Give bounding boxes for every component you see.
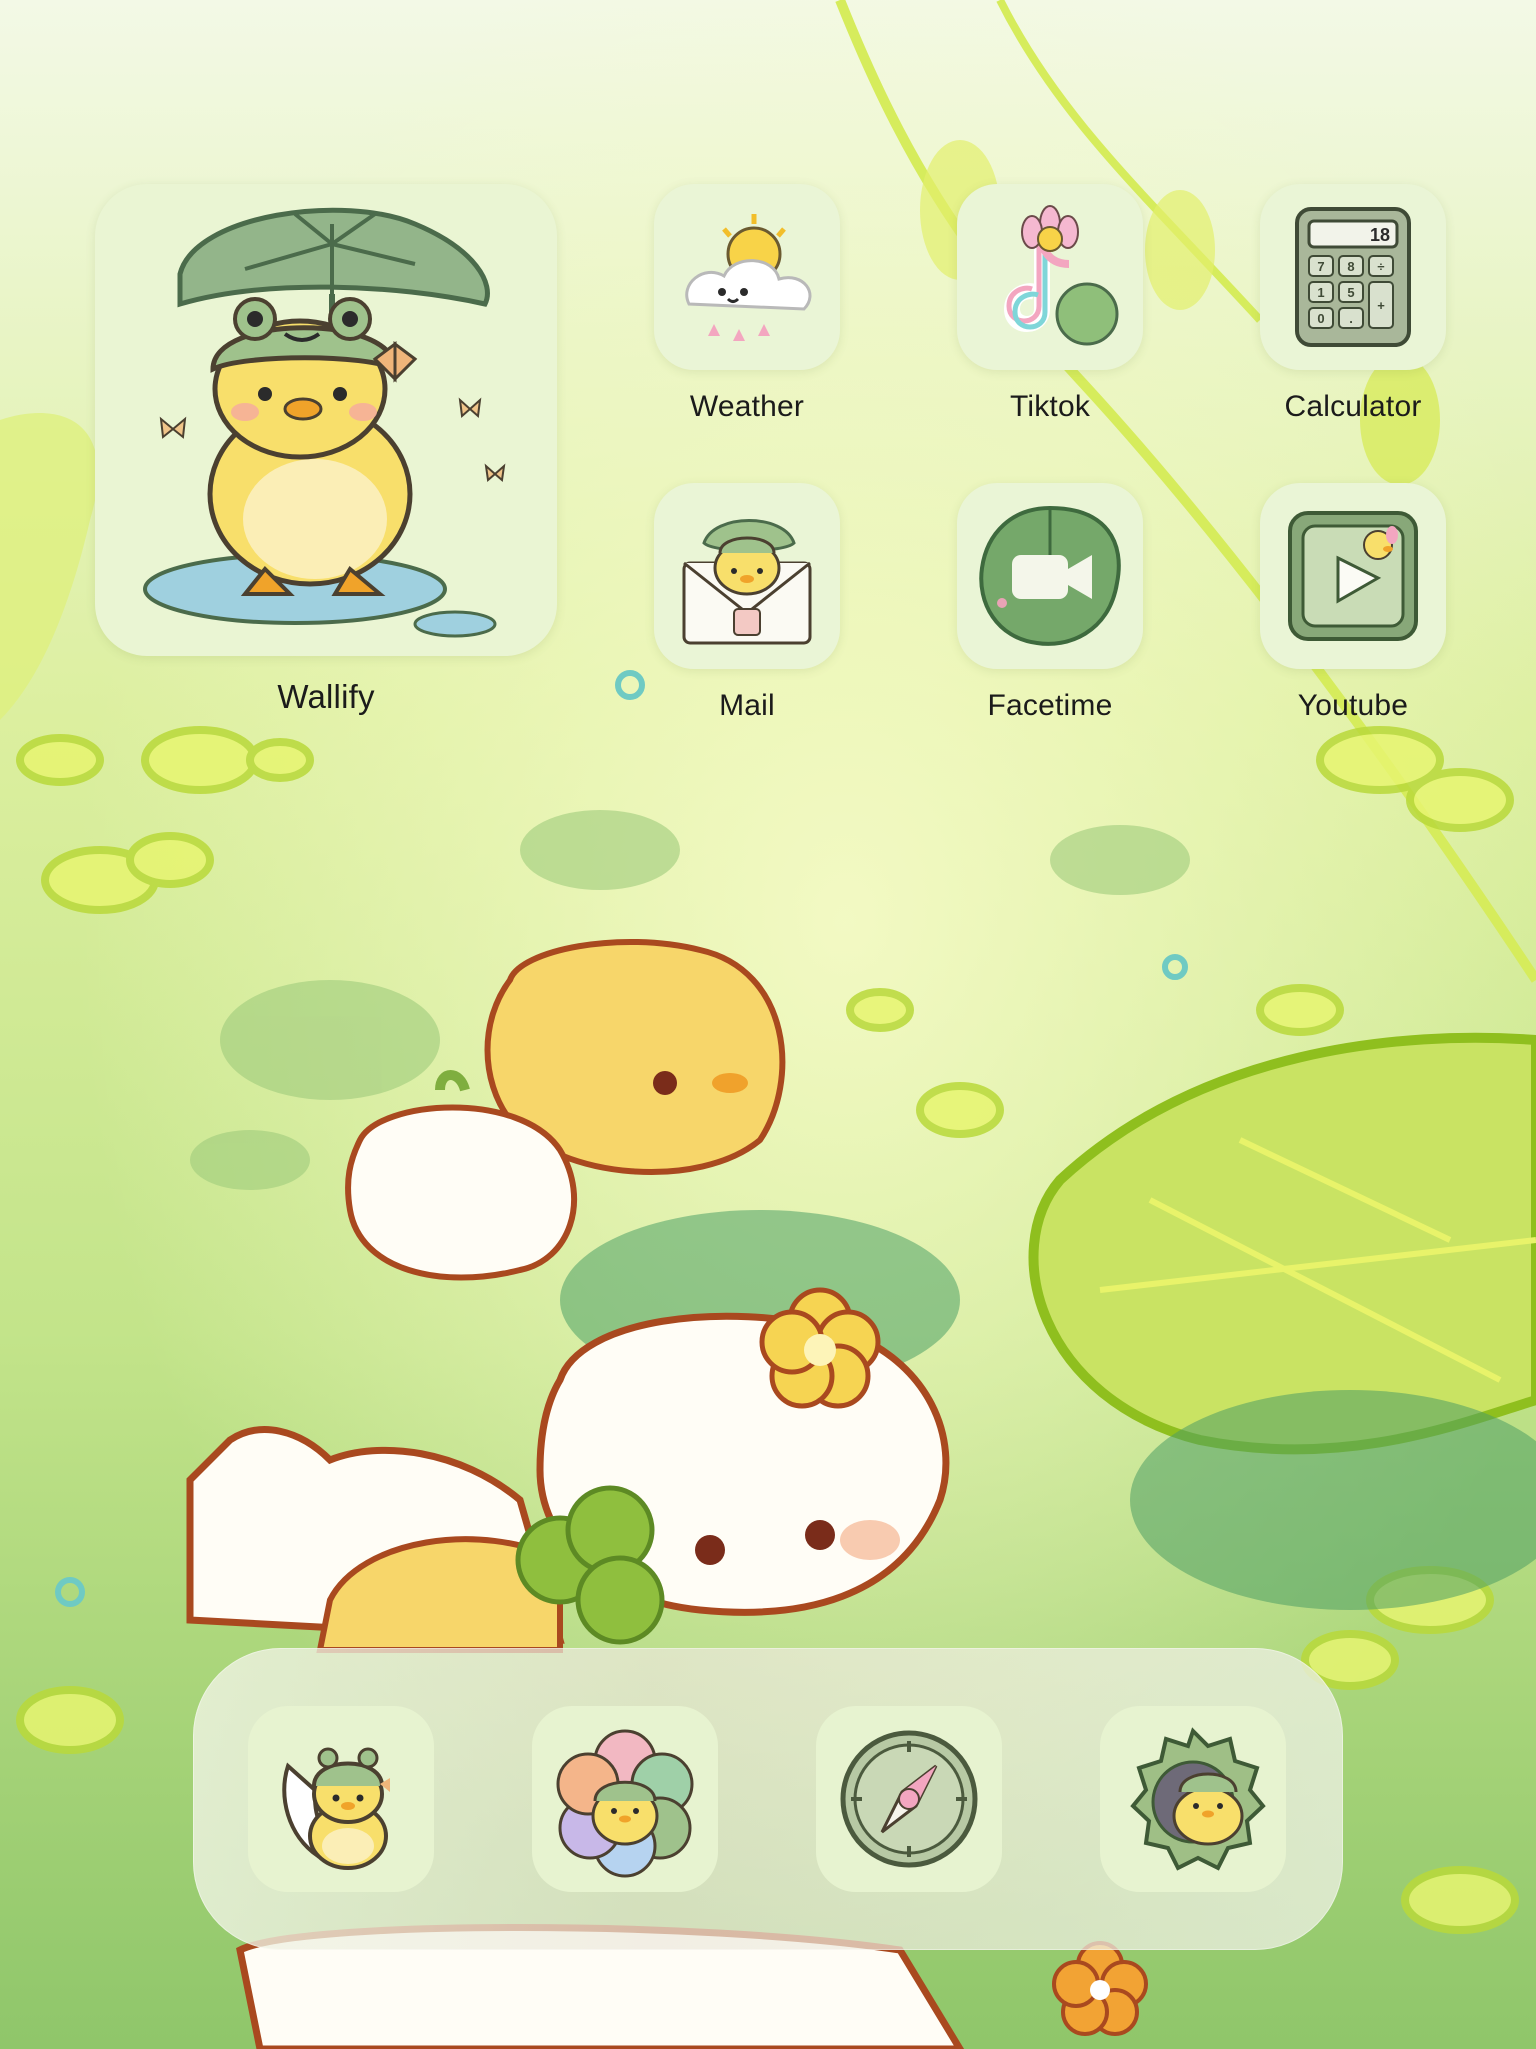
app-label-calculator: Calculator (1284, 390, 1422, 423)
dock (193, 1648, 1343, 1950)
calculator-key: 5 (1347, 285, 1354, 300)
widget-label: Wallify (277, 678, 375, 715)
dock-compass[interactable] (816, 1706, 1002, 1892)
calculator-key: 1 (1317, 285, 1324, 300)
compass-icon (840, 1730, 978, 1868)
app-label-mail: Mail (719, 689, 775, 722)
calculator-icon: 18 7 8 ÷ 1 5 + 0 . (1295, 207, 1411, 347)
mail-icon (682, 519, 812, 645)
wallify-widget[interactable] (95, 184, 557, 656)
facetime-icon (979, 505, 1121, 646)
phone-icon (282, 1747, 390, 1870)
calculator-key: . (1349, 311, 1353, 326)
photos-icon (556, 1729, 694, 1878)
app-label-youtube: Youtube (1297, 689, 1409, 722)
app-label-weather: Weather (689, 390, 805, 423)
dock-settings[interactable] (1100, 1706, 1286, 1892)
tiktok-icon (1003, 205, 1119, 346)
app-tiktok[interactable] (957, 184, 1143, 370)
app-label-tiktok: Tiktok (1009, 390, 1091, 423)
calculator-key: ÷ (1377, 259, 1384, 274)
app-weather[interactable] (654, 184, 840, 370)
app-calculator[interactable]: 18 7 8 ÷ 1 5 + 0 . (1260, 184, 1446, 370)
app-facetime[interactable] (957, 483, 1143, 669)
weather-icon (685, 214, 812, 341)
calculator-key: 0 (1317, 311, 1324, 326)
settings-icon (1130, 1727, 1266, 1871)
calculator-key: 7 (1317, 259, 1324, 274)
app-label-facetime: Facetime (987, 689, 1113, 722)
calculator-key: 8 (1347, 259, 1354, 274)
calculator-key: + (1377, 298, 1385, 313)
youtube-icon (1288, 511, 1418, 641)
calculator-display: 18 (1370, 225, 1390, 245)
dock-photos[interactable] (532, 1706, 718, 1892)
duck-with-leaf-umbrella-icon (143, 207, 506, 638)
dock-phone[interactable] (248, 1706, 434, 1892)
app-mail[interactable] (654, 483, 840, 669)
app-youtube[interactable] (1260, 483, 1446, 669)
